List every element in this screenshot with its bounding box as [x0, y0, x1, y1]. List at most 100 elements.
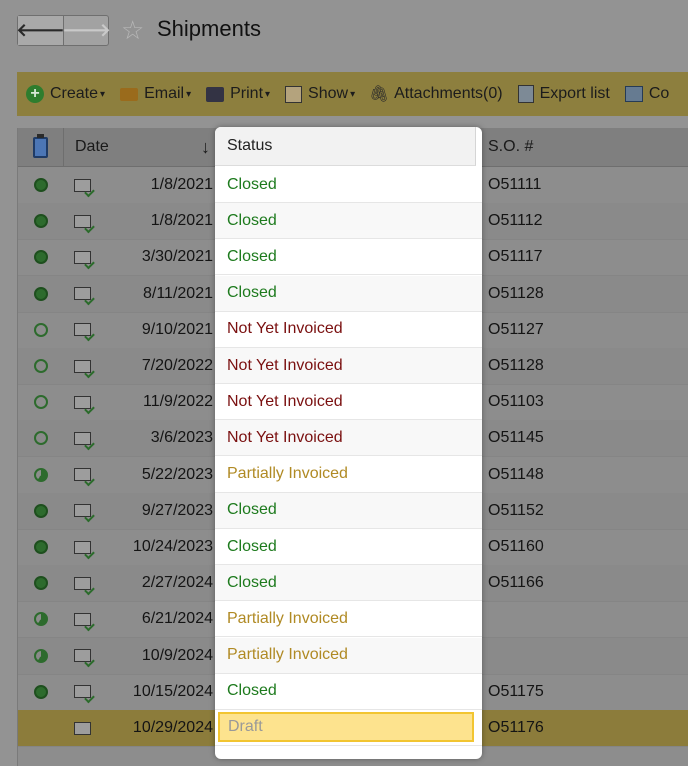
export-list-button[interactable]: Export list	[517, 85, 610, 103]
status-indicator-icon	[33, 576, 48, 591]
forward-button[interactable]: 🡒	[62, 16, 111, 45]
status-indicator-cell	[18, 493, 63, 529]
attachments-button[interactable]: 🖇 Attachments(0)	[369, 85, 503, 103]
print-button[interactable]: Print ▾	[206, 85, 270, 103]
document-cell[interactable]	[72, 565, 92, 601]
document-cell[interactable]	[72, 167, 92, 203]
report-icon	[285, 85, 303, 103]
status-cell[interactable]: Not Yet Invoiced	[215, 420, 482, 457]
status-cell[interactable]: Closed	[215, 239, 482, 276]
status-indicator-cell	[18, 565, 63, 601]
status-cell[interactable]: Not Yet Invoiced	[215, 348, 482, 384]
document-cell[interactable]	[72, 457, 92, 493]
status-cell[interactable]: Closed	[215, 565, 482, 602]
indicator-column-header[interactable]	[18, 128, 64, 166]
date-cell: 2/27/2024	[141, 574, 213, 592]
status-cell[interactable]: Partially Invoiced	[215, 637, 482, 674]
date-cell: 10/24/2023	[132, 538, 213, 555]
status-value: Not Yet Invoiced	[227, 392, 343, 410]
so-cell: O51175	[488, 682, 544, 700]
document-cell[interactable]	[72, 710, 92, 746]
document-cell[interactable]	[72, 529, 92, 565]
star-icon[interactable]: ☆	[121, 17, 144, 43]
status-indicator-icon	[34, 721, 48, 735]
document-cell[interactable]	[72, 312, 92, 348]
page-title: Shipments	[157, 16, 261, 41]
document-icon	[73, 576, 91, 590]
status-cell[interactable]: Draft	[215, 710, 482, 746]
document-cell[interactable]	[72, 348, 92, 384]
status-indicator-icon	[33, 286, 48, 301]
document-icon	[73, 359, 91, 373]
document-cell[interactable]	[72, 674, 92, 710]
status-cell[interactable]: Closed	[215, 167, 482, 203]
status-indicator-cell	[18, 601, 63, 637]
document-cell[interactable]	[72, 638, 92, 674]
date-cell: 10/15/2024	[132, 682, 213, 700]
status-column: Status Closed Closed Closed Closed Not Yet I…	[215, 127, 482, 759]
status-indicator-cell	[18, 348, 63, 384]
shipments-page: 🡐 🡒 ☆ Shipments + Create ▾ Email ▾ Print…	[0, 0, 688, 766]
caret-down-icon: ▾	[186, 88, 192, 100]
status-indicator-cell	[18, 167, 63, 203]
date-header-label: Date	[75, 138, 109, 155]
columns-button[interactable]: Co	[624, 85, 670, 103]
back-button[interactable]: 🡐	[16, 16, 65, 45]
arrow-right-icon: 🡒	[62, 20, 111, 40]
document-cell[interactable]	[72, 420, 92, 456]
document-cell[interactable]	[72, 276, 92, 312]
status-indicator-cell	[18, 239, 63, 275]
status-indicator-icon	[33, 648, 48, 663]
status-cell[interactable]: Not Yet Invoiced	[215, 384, 482, 421]
so-cell: O51127	[488, 320, 544, 338]
so-cell: O51176	[488, 719, 544, 736]
status-cell[interactable]: Closed	[215, 492, 482, 529]
status-edit-field[interactable]: Draft	[218, 712, 474, 742]
status-column-header[interactable]: Status	[215, 127, 476, 166]
date-column-header[interactable]: Date ↓	[64, 128, 216, 166]
date-cell: 1/8/2021	[150, 212, 213, 230]
export-icon	[517, 85, 534, 103]
status-indicator-cell	[18, 674, 63, 710]
so-cell: O51111	[488, 176, 542, 193]
date-cell: 3/6/2023	[150, 429, 213, 447]
date-cell: 10/29/2024	[132, 719, 213, 736]
document-cell[interactable]	[72, 601, 92, 637]
status-cell[interactable]: Partially Invoiced	[215, 457, 482, 493]
date-cell: 1/8/2021	[150, 176, 213, 193]
status-value: Partially Invoiced	[227, 646, 348, 664]
status-cell[interactable]: Closed	[215, 529, 482, 565]
email-button[interactable]: Email ▾	[120, 85, 191, 103]
status-cell[interactable]: Closed	[215, 203, 482, 240]
status-value: Partially Invoiced	[227, 609, 348, 627]
so-column-header[interactable]: S.O. #	[488, 128, 533, 166]
document-icon	[73, 612, 91, 626]
status-indicator-cell	[18, 529, 63, 565]
columns-label: Co	[648, 85, 670, 102]
date-cell: 11/9/2022	[143, 393, 213, 411]
document-icon	[73, 178, 91, 192]
document-cell[interactable]	[72, 384, 92, 420]
status-indicator-cell	[18, 312, 63, 348]
status-indicator-icon	[33, 431, 48, 446]
status-header-label: Status	[227, 137, 273, 154]
status-cell[interactable]: Partially Invoiced	[215, 601, 482, 638]
show-button[interactable]: Show ▾	[285, 85, 355, 103]
print-label: Print	[230, 85, 264, 102]
show-label: Show	[308, 85, 349, 102]
so-cell: O51166	[488, 574, 544, 592]
document-cell[interactable]	[72, 239, 92, 275]
create-button[interactable]: + Create ▾	[26, 85, 105, 103]
status-cell[interactable]: Closed	[215, 674, 482, 710]
so-cell: O51160	[488, 538, 544, 555]
status-cell[interactable]: Closed	[215, 275, 482, 312]
status-value: Closed	[227, 682, 277, 700]
status-cell[interactable]: Not Yet Invoiced	[215, 312, 482, 348]
status-value: Closed	[227, 501, 277, 519]
document-cell[interactable]	[72, 203, 92, 239]
create-label: Create	[50, 85, 99, 102]
caret-down-icon: ▾	[265, 88, 271, 100]
status-indicator-icon	[33, 214, 48, 229]
document-cell[interactable]	[72, 493, 92, 529]
status-value: Not Yet Invoiced	[227, 356, 343, 374]
